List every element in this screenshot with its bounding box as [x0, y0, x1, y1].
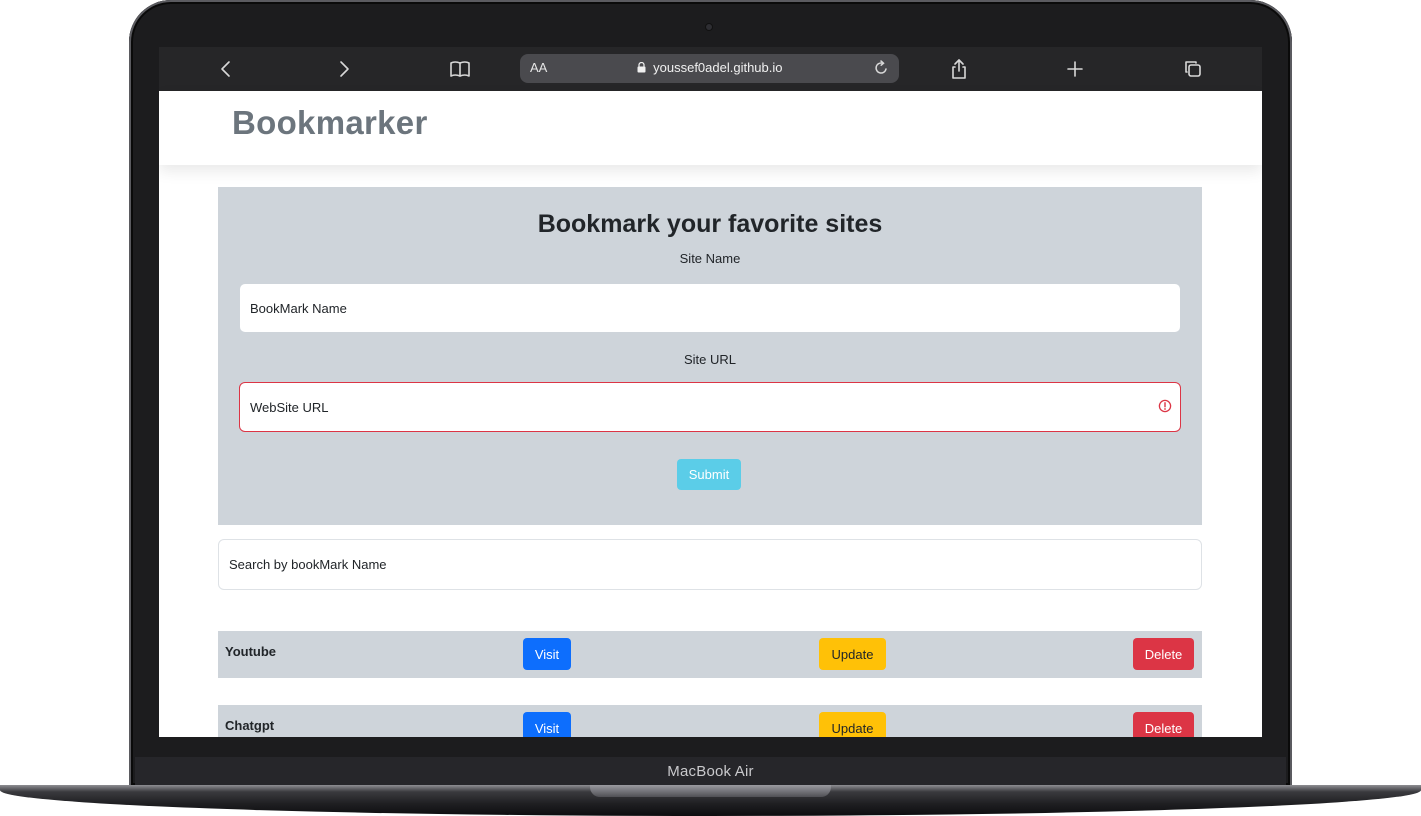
- site-url-placeholder: WebSite URL: [250, 399, 329, 415]
- chevron-right-icon: [340, 61, 349, 77]
- update-button[interactable]: Update: [819, 712, 886, 737]
- delete-button[interactable]: Delete: [1133, 712, 1194, 737]
- search-input[interactable]: Search by bookMark Name: [218, 539, 1202, 590]
- lock-icon: [637, 62, 645, 73]
- search-placeholder: Search by bookMark Name: [229, 557, 387, 572]
- screen-bezel-bottom: MacBook Air: [135, 757, 1286, 785]
- bookmark-row: Chatgpt Visit Update Delete: [218, 705, 1202, 737]
- reload-icon: [875, 60, 887, 74]
- visit-button[interactable]: Visit: [523, 638, 571, 670]
- back-button[interactable]: [212, 55, 240, 83]
- submit-button[interactable]: Submit: [677, 459, 741, 490]
- site-url-input[interactable]: WebSite URL: [239, 382, 1181, 432]
- bookmarks-button[interactable]: [446, 55, 474, 83]
- url-display: youssef0adel.github.io: [520, 60, 899, 75]
- navbar: Bookmarker: [159, 91, 1262, 165]
- bookmark-form-panel: Bookmark your favorite sites Site Name B…: [218, 187, 1202, 525]
- tabs-icon: [1185, 61, 1201, 77]
- site-name-label: Site Name: [679, 251, 741, 266]
- form-title: Bookmark your favorite sites: [537, 210, 883, 238]
- error-icon: [1158, 399, 1172, 413]
- bookmark-row: Youtube Visit Update Delete: [218, 631, 1202, 678]
- delete-button[interactable]: Delete: [1133, 638, 1194, 670]
- screen: AA youssef0adel.github.io Bookmarker Boo…: [159, 47, 1262, 737]
- web-page: Bookmarker Bookmark your favorite sites …: [159, 91, 1262, 737]
- visit-button[interactable]: Visit: [523, 712, 571, 737]
- laptop-notch: [590, 785, 831, 797]
- tabs-overview-button[interactable]: [1179, 55, 1207, 83]
- share-icon: [952, 59, 966, 79]
- share-button[interactable]: [945, 55, 973, 83]
- book-icon: [450, 61, 470, 77]
- bookmark-name: Chatgpt: [225, 718, 275, 733]
- device-label: MacBook Air: [667, 762, 754, 780]
- chevron-left-icon: [221, 61, 230, 77]
- address-bar[interactable]: AA youssef0adel.github.io: [520, 54, 899, 83]
- update-button[interactable]: Update: [819, 638, 886, 670]
- plus-icon: [1067, 61, 1083, 77]
- brand-logo[interactable]: Bookmarker: [232, 104, 428, 142]
- new-tab-button[interactable]: [1061, 55, 1089, 83]
- browser-toolbar: AA youssef0adel.github.io: [159, 47, 1262, 91]
- url-text: youssef0adel.github.io: [653, 60, 783, 75]
- reload-button[interactable]: [869, 56, 893, 80]
- bookmark-name: Youtube: [225, 644, 277, 659]
- camera-dot: [706, 24, 712, 30]
- site-url-label: Site URL: [683, 352, 737, 367]
- site-name-input[interactable]: BookMark Name: [239, 283, 1181, 333]
- forward-button[interactable]: [330, 55, 358, 83]
- site-name-placeholder: BookMark Name: [250, 300, 347, 316]
